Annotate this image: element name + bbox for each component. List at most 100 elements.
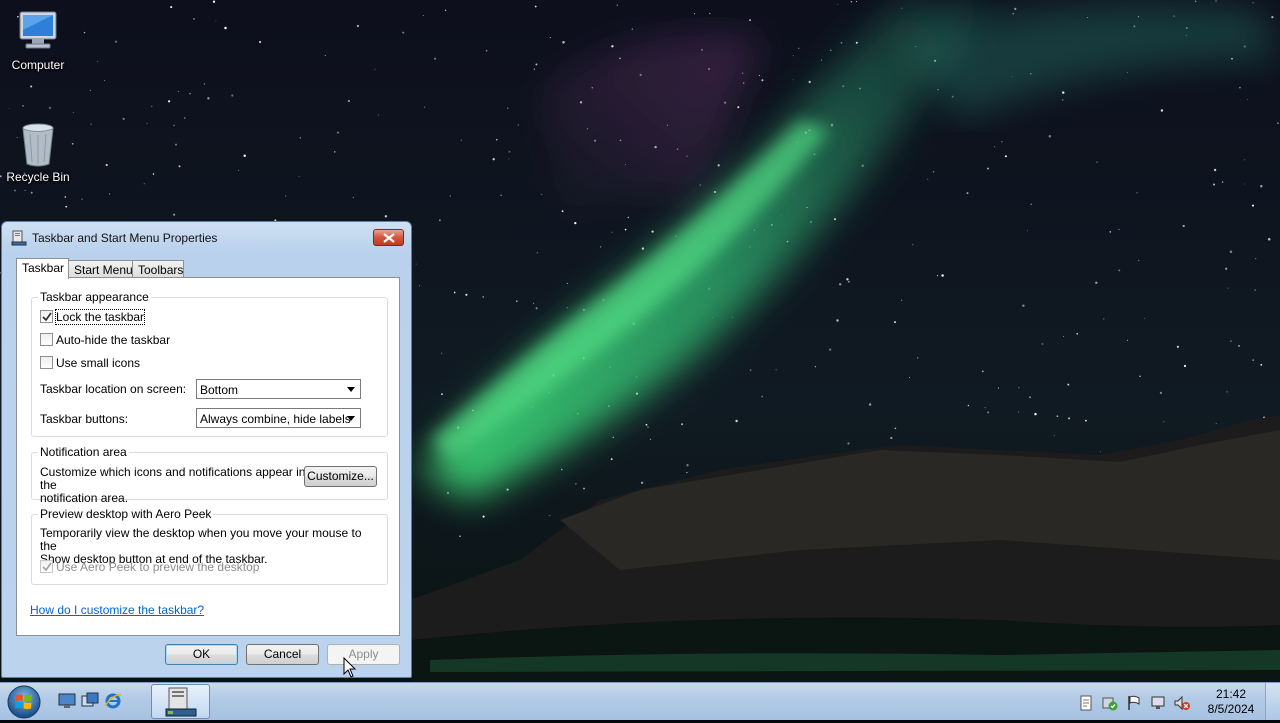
- star: [829, 49, 832, 52]
- desktop-icon-recycle-bin[interactable]: Recycle Bin: [0, 120, 76, 184]
- cancel-button[interactable]: Cancel: [246, 644, 319, 665]
- quicklaunch-show-desktop[interactable]: [58, 692, 76, 710]
- star: [1176, 345, 1180, 348]
- star: [532, 302, 535, 305]
- tab-start-menu[interactable]: Start Menu: [68, 260, 133, 278]
- tray-network-icon[interactable]: [1150, 695, 1166, 711]
- taskbar-properties-icon: [11, 230, 27, 246]
- autohide-taskbar-checkbox[interactable]: [40, 333, 53, 346]
- star: [890, 436, 893, 440]
- star: [1267, 237, 1271, 241]
- star: [901, 299, 903, 301]
- star: [167, 100, 171, 103]
- close-button[interactable]: [373, 229, 404, 246]
- star: [215, 20, 217, 22]
- aero-peek-description-line: Temporarily view the desktop when you mo…: [40, 526, 362, 553]
- taskbar: 21:42 8/5/2024: [0, 682, 1280, 720]
- start-button[interactable]: [6, 684, 42, 720]
- desktop-icon-computer[interactable]: Computer: [0, 8, 76, 72]
- star: [599, 246, 602, 248]
- star: [1096, 161, 1098, 163]
- dialog-title: Taskbar and Start Menu Properties: [32, 231, 218, 245]
- star: [839, 283, 842, 286]
- star: [936, 274, 939, 277]
- star: [1260, 363, 1263, 366]
- customize-button[interactable]: Customize...: [304, 466, 377, 487]
- star: [81, 198, 83, 200]
- tab-toolbars[interactable]: Toolbars: [132, 260, 184, 278]
- star: [460, 139, 462, 141]
- lock-taskbar-checkbox[interactable]: [40, 310, 53, 323]
- star: [836, 319, 839, 322]
- small-icons-label[interactable]: Use small icons: [56, 356, 140, 370]
- star: [1041, 343, 1044, 345]
- system-clock[interactable]: 21:42 8/5/2024: [1196, 687, 1266, 717]
- quicklaunch-switch-windows[interactable]: [81, 692, 99, 710]
- group-label: Preview desktop with Aero Peek: [38, 507, 214, 521]
- star: [640, 481, 644, 484]
- title-bar[interactable]: Taskbar and Start Menu Properties: [2, 222, 411, 252]
- star: [641, 247, 645, 250]
- star: [1030, 203, 1032, 205]
- lock-taskbar-label[interactable]: Lock the taskbar: [54, 309, 146, 325]
- star: [611, 45, 614, 48]
- tray-document-icon[interactable]: [1078, 695, 1094, 711]
- star: [441, 352, 443, 354]
- star: [114, 40, 118, 43]
- autohide-taskbar-label[interactable]: Auto-hide the taskbar: [56, 333, 170, 347]
- tray-action-center-flag-icon[interactable]: [1126, 695, 1142, 711]
- close-icon: [383, 233, 395, 243]
- desktop-icon: [58, 693, 76, 708]
- star: [758, 74, 761, 77]
- star: [966, 192, 969, 195]
- taskbar-location-select[interactable]: Bottom: [196, 379, 361, 399]
- help-link[interactable]: How do I customize the taskbar?: [30, 603, 204, 617]
- star: [90, 123, 92, 125]
- star: [1163, 421, 1165, 423]
- star: [997, 387, 1000, 389]
- tab-taskbar[interactable]: Taskbar: [16, 258, 69, 279]
- ok-button[interactable]: OK: [165, 644, 238, 665]
- star: [13, 189, 16, 192]
- star: [459, 535, 461, 537]
- star: [152, 173, 155, 175]
- star: [1137, 259, 1140, 262]
- star: [482, 295, 485, 298]
- star: [482, 515, 485, 518]
- star: [177, 91, 179, 92]
- quicklaunch-internet-explorer[interactable]: [104, 692, 122, 710]
- star: [855, 1, 858, 3]
- star: [941, 274, 944, 277]
- star: [146, 122, 148, 124]
- taskbar-button-properties[interactable]: [151, 684, 210, 719]
- taskbar-buttons-select[interactable]: Always combine, hide labels: [196, 408, 361, 428]
- star: [334, 151, 336, 153]
- star: [987, 411, 990, 414]
- star: [516, 300, 518, 302]
- star: [1246, 98, 1249, 101]
- star: [104, 80, 106, 82]
- star: [193, 18, 195, 20]
- star: [533, 68, 536, 70]
- star: [994, 146, 996, 148]
- apply-button[interactable]: Apply: [327, 644, 400, 665]
- tray-volume-muted-icon[interactable]: [1174, 695, 1190, 711]
- star: [89, 89, 91, 91]
- star: [517, 124, 520, 126]
- star: [686, 471, 688, 474]
- star: [534, 5, 537, 8]
- star: [575, 483, 577, 485]
- star: [1225, 267, 1228, 270]
- star: [574, 221, 577, 225]
- aero-peek-label[interactable]: Use Aero Peek to preview the desktop: [56, 560, 259, 574]
- aero-peek-checkbox[interactable]: [40, 560, 53, 573]
- star: [1251, 204, 1255, 207]
- star: [299, 137, 302, 139]
- star: [453, 291, 456, 294]
- small-icons-checkbox[interactable]: [40, 356, 53, 369]
- star: [792, 79, 794, 81]
- tray-security-icon[interactable]: [1102, 695, 1118, 711]
- internet-explorer-icon: [104, 693, 122, 709]
- recycle-bin-icon: [14, 120, 62, 168]
- show-desktop-button[interactable]: [1265, 683, 1280, 720]
